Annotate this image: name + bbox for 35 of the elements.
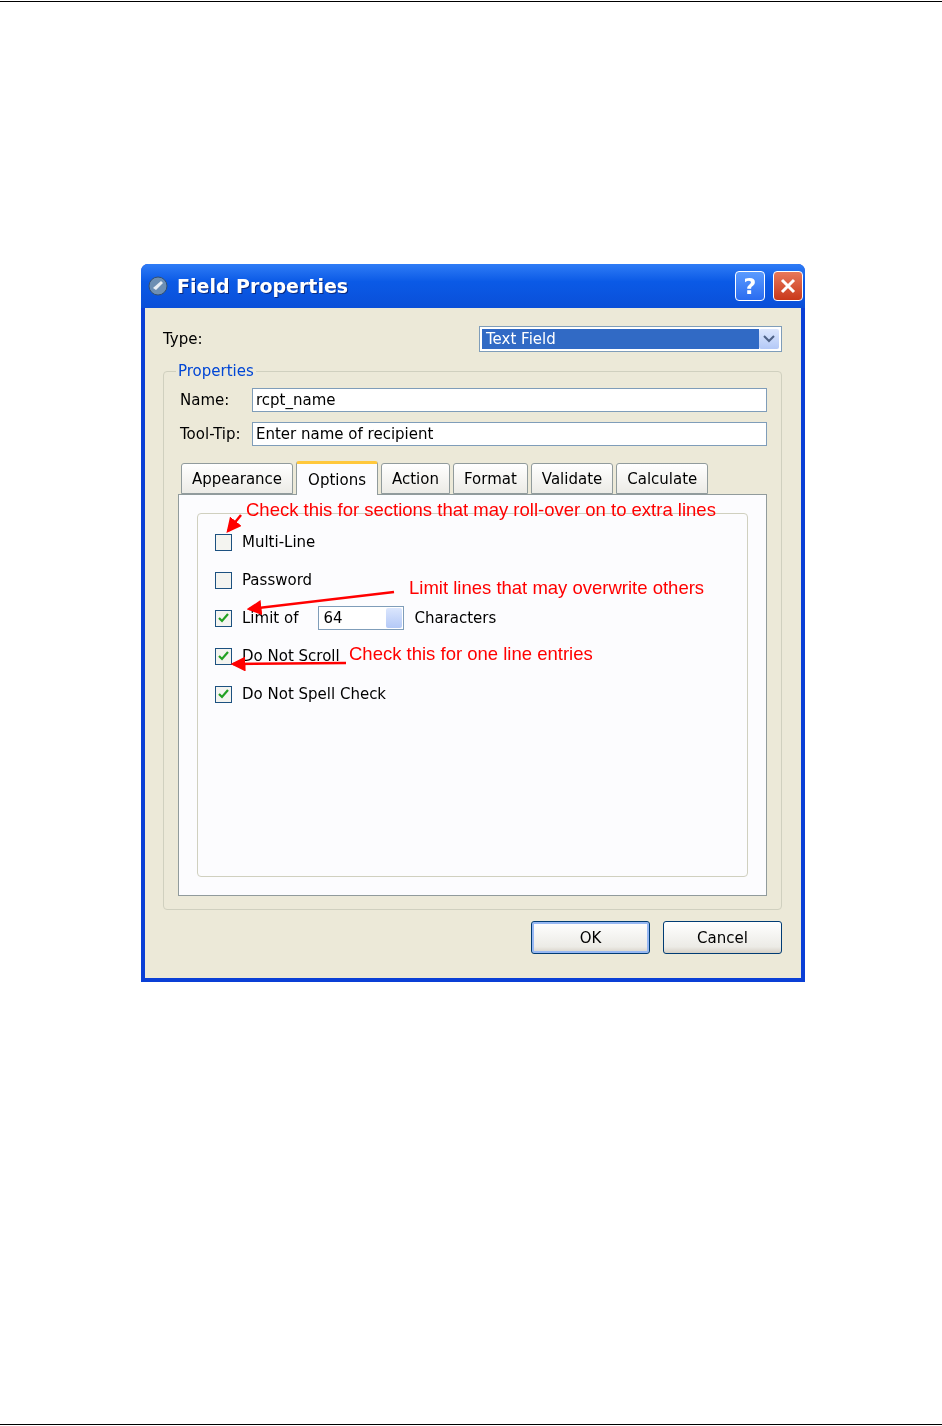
limit-spinner[interactable]: 64 xyxy=(318,606,405,630)
close-icon xyxy=(780,278,796,294)
tab[interactable]: Options xyxy=(296,461,378,495)
window-title: Field Properties xyxy=(177,275,350,297)
ok-button[interactable]: OK xyxy=(531,921,650,954)
checkbox[interactable] xyxy=(215,647,232,665)
close-button[interactable] xyxy=(773,271,803,301)
type-dropdown[interactable]: Text Field xyxy=(479,326,782,352)
tab[interactable]: Format xyxy=(452,463,528,494)
checkbox[interactable] xyxy=(215,685,232,703)
type-label: Type: xyxy=(163,330,203,348)
characters-label: Characters xyxy=(414,609,497,627)
annotation-text: Check this for sections that may roll-over on to extra lines xyxy=(246,499,716,521)
option-label: Password xyxy=(242,571,313,589)
tooltip-field[interactable]: Enter name of recipient xyxy=(252,422,767,446)
annotation-text: Limit lines that may overwrite others xyxy=(409,577,705,599)
annotation-arrow xyxy=(226,514,242,533)
option-label: Multi-Line xyxy=(242,533,316,551)
tab[interactable]: Action xyxy=(380,463,450,494)
name-label: Name: xyxy=(179,391,231,409)
tab[interactable]: Appearance xyxy=(181,463,294,494)
group-legend: Properties xyxy=(176,362,256,380)
tab[interactable]: Validate xyxy=(530,463,614,494)
app-icon xyxy=(147,275,169,297)
option-label: Limit of xyxy=(242,609,299,627)
annotation-text: Check this for one line entries xyxy=(349,643,593,665)
checkbox[interactable] xyxy=(215,533,232,551)
name-field[interactable]: rcpt_name xyxy=(252,388,767,412)
checkbox[interactable] xyxy=(215,609,232,627)
option-label: Do Not Spell Check xyxy=(242,685,387,703)
cancel-button[interactable]: Cancel xyxy=(663,921,782,954)
tab[interactable]: Calculate xyxy=(616,463,709,494)
tooltip-label: Tool-Tip: xyxy=(179,425,242,443)
chevron-down-icon xyxy=(763,335,775,343)
checkbox[interactable] xyxy=(215,571,232,589)
